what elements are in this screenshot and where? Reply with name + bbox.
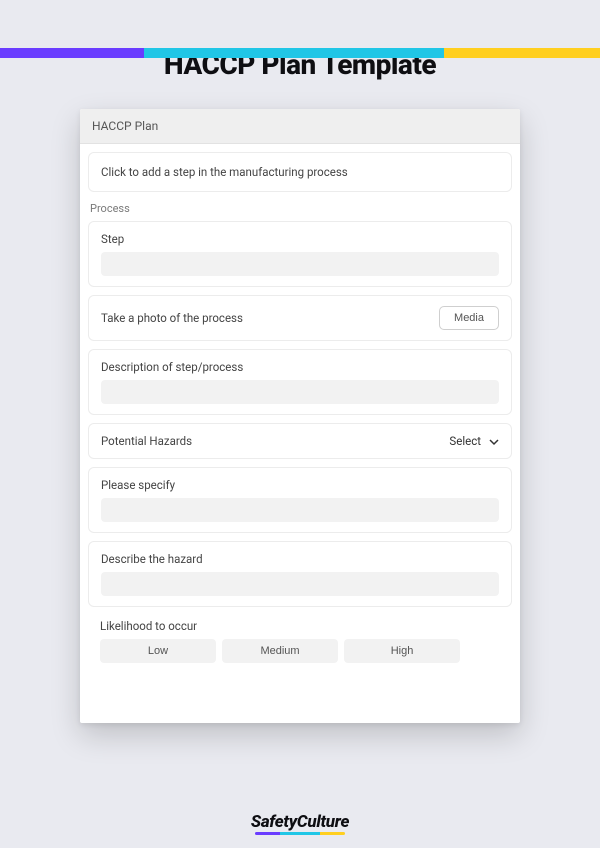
template-card: HACCP Plan Click to add a step in the ma… (80, 109, 520, 723)
likelihood-option-medium[interactable]: Medium (222, 639, 338, 663)
likelihood-option-low[interactable]: Low (100, 639, 216, 663)
accent-segment-yellow (444, 48, 600, 58)
accent-segment-purple (0, 48, 144, 58)
hazards-select[interactable]: Select (449, 434, 499, 448)
likelihood-option-high[interactable]: High (344, 639, 460, 663)
top-accent-bar (0, 48, 600, 58)
photo-label: Take a photo of the process (101, 311, 243, 325)
describe-hazard-section: Describe the hazard (88, 541, 512, 607)
description-label: Description of step/process (101, 360, 499, 374)
process-subheader: Process (88, 198, 512, 221)
step-input[interactable] (101, 252, 499, 276)
brand-text: SafetyCulture (251, 812, 349, 832)
photo-section: Take a photo of the process Media (88, 295, 512, 341)
brand-logo: SafetyCulture (251, 812, 349, 832)
specify-label: Please specify (101, 478, 499, 492)
step-label: Step (101, 232, 499, 246)
describe-hazard-input[interactable] (101, 572, 499, 596)
card-body: Click to add a step in the manufacturing… (80, 144, 520, 689)
specify-section: Please specify (88, 467, 512, 533)
specify-input[interactable] (101, 498, 499, 522)
description-input[interactable] (101, 380, 499, 404)
accent-segment-cyan (144, 48, 444, 58)
media-button[interactable]: Media (439, 306, 499, 330)
describe-hazard-label: Describe the hazard (101, 552, 499, 566)
hazards-label: Potential Hazards (101, 434, 192, 448)
likelihood-label: Likelihood to occur (100, 619, 500, 633)
hazards-select-value: Select (449, 434, 481, 448)
step-section: Step (88, 221, 512, 287)
likelihood-section: Likelihood to occur Low Medium High (88, 615, 512, 673)
add-step-hint[interactable]: Click to add a step in the manufacturing… (88, 152, 512, 192)
chevron-down-icon (489, 436, 499, 446)
hazards-section: Potential Hazards Select (88, 423, 512, 459)
footer-brand: SafetyCulture (0, 812, 600, 832)
brand-underline (255, 832, 345, 835)
description-section: Description of step/process (88, 349, 512, 415)
likelihood-options: Low Medium High (100, 639, 500, 663)
card-header: HACCP Plan (80, 109, 520, 144)
